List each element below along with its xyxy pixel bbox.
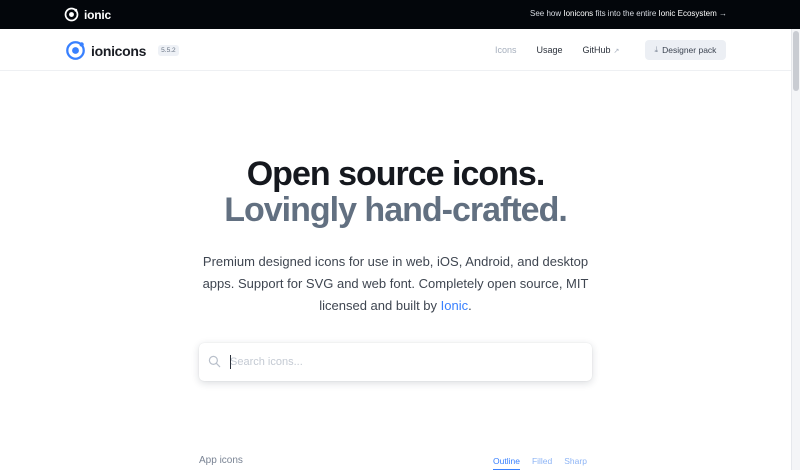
nav-link-icons[interactable]: Icons bbox=[495, 45, 517, 55]
tab-outline[interactable]: Outline bbox=[493, 456, 520, 470]
search-input[interactable] bbox=[230, 352, 580, 372]
tab-sharp[interactable]: Sharp bbox=[564, 456, 587, 470]
ecosystem-link[interactable]: See how Ionicons fits into the entire Io… bbox=[530, 9, 727, 18]
nav-link-github-label: GitHub bbox=[582, 45, 611, 55]
nav-links: Icons Usage GitHub ↗ bbox=[495, 45, 619, 55]
main-nav: ionicons 5.5.2 Icons Usage GitHub ↗ ⤓ Des… bbox=[0, 29, 791, 71]
download-icon: ⤓ bbox=[654, 45, 659, 54]
nav-link-github[interactable]: GitHub ↗ bbox=[583, 45, 620, 55]
hero-description-text: Premium designed icons for use in web, i… bbox=[202, 254, 589, 313]
ecosystem-link-middle: fits into the entire bbox=[593, 9, 659, 18]
search-icon bbox=[208, 355, 221, 368]
version-badge: 5.5.2 bbox=[158, 45, 179, 56]
ionic-link[interactable]: Ionic bbox=[441, 298, 468, 313]
nav-link-usage[interactable]: Usage bbox=[537, 45, 563, 55]
search-box bbox=[199, 343, 592, 381]
hero-description-end: . bbox=[468, 298, 472, 313]
tab-filled[interactable]: Filled bbox=[532, 456, 552, 470]
brand-name: ionicons bbox=[91, 42, 147, 59]
scrollbar[interactable] bbox=[791, 29, 800, 470]
hero-subtitle: Lovingly hand-crafted. bbox=[224, 191, 568, 229]
ecosystem-link-ionicons: Ionicons bbox=[563, 9, 594, 18]
ionic-logo-text: ionic bbox=[84, 7, 112, 22]
icon-style-tabs: Outline Filled Sharp bbox=[493, 456, 599, 470]
ionic-logo-icon bbox=[64, 7, 79, 22]
section-title: App icons bbox=[199, 455, 243, 466]
ecosystem-link-ecosystem: Ionic Ecosystem bbox=[658, 9, 717, 18]
arrow-right-icon: → bbox=[719, 9, 727, 18]
ionicons-logo-icon bbox=[66, 41, 85, 60]
hero-description: Premium designed icons for use in web, i… bbox=[200, 251, 591, 317]
ecosystem-link-prefix: See how bbox=[529, 9, 564, 18]
ionic-logo[interactable]: ionic bbox=[64, 7, 111, 22]
brand[interactable]: ionicons 5.5.2 bbox=[65, 40, 179, 61]
external-link-icon: ↗ bbox=[613, 48, 620, 55]
designer-pack-button[interactable]: ⤓ Designer pack bbox=[645, 40, 726, 60]
hero-title: Open source icons. bbox=[246, 155, 546, 193]
ecosystem-bar: ionic See how Ionicons fits into the ent… bbox=[0, 0, 800, 29]
designer-pack-label: Designer pack bbox=[662, 45, 717, 55]
scrollbar-thumb[interactable] bbox=[793, 31, 799, 91]
text-caret bbox=[230, 355, 231, 369]
